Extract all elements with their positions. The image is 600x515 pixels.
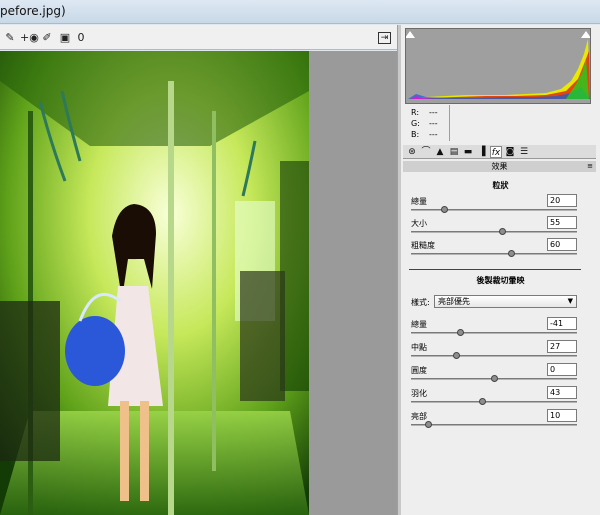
tab-presets-icon[interactable]: ☰ bbox=[518, 146, 530, 158]
vignette-value-field-1[interactable]: 27 bbox=[547, 340, 577, 353]
grain-slider-thumb-1[interactable] bbox=[499, 228, 507, 235]
vignette-value-field-3[interactable]: 43 bbox=[547, 386, 577, 399]
title-bar: pefore.jpg) bbox=[0, 0, 600, 24]
r-label: R: bbox=[411, 108, 420, 117]
g-value: --- bbox=[429, 119, 438, 128]
vignette-label-0: 總量 bbox=[411, 320, 427, 329]
vignette-slider-track-3[interactable] bbox=[411, 401, 577, 403]
rgb-readout: R: --- G: --- B: --- bbox=[411, 107, 438, 140]
vignette-value-field-0[interactable]: -41 bbox=[547, 317, 577, 330]
open-object-icon[interactable]: ⇥ bbox=[378, 32, 391, 44]
grain-label-0: 總量 bbox=[411, 197, 427, 206]
image-canvas bbox=[0, 51, 397, 515]
brush-tool-icon[interactable]: ✐ bbox=[40, 31, 54, 45]
white-balance-tool-icon[interactable]: ✎ bbox=[3, 31, 17, 45]
vignette-slider-thumb-4[interactable] bbox=[424, 421, 432, 428]
effects-header: 效果 ≡ bbox=[403, 161, 596, 172]
vignette-value-field-2[interactable]: 0 bbox=[547, 363, 577, 376]
vignette-style-label: 樣式: bbox=[411, 298, 430, 307]
vignette-slider-track-0[interactable] bbox=[411, 332, 577, 334]
effects-title: 效果 bbox=[491, 162, 508, 171]
graduated-filter-icon[interactable]: ▣ bbox=[58, 31, 72, 45]
vignette-slider-thumb-0[interactable] bbox=[456, 329, 464, 336]
tab-basic-icon[interactable]: ⊛ bbox=[406, 146, 418, 158]
grain-slider-track-2[interactable] bbox=[411, 253, 577, 255]
grain-slider-thumb-2[interactable] bbox=[507, 250, 515, 257]
b-label: B: bbox=[411, 130, 420, 139]
tab-tone-curve-icon[interactable]: ⌒ bbox=[420, 146, 432, 158]
chevron-down-icon: ▼ bbox=[567, 297, 573, 305]
window-title: pefore.jpg) bbox=[0, 4, 66, 18]
vignette-slider-thumb-3[interactable] bbox=[479, 398, 487, 405]
b-value: --- bbox=[429, 130, 438, 139]
tab-hsl-icon[interactable]: ▤ bbox=[448, 146, 460, 158]
tab-lens-icon[interactable]: ▐ bbox=[476, 146, 488, 158]
grain-value-field-0[interactable]: 20 bbox=[547, 194, 577, 207]
photo-image bbox=[0, 51, 309, 515]
panel-tabs: ⊛ ⌒ ▲ ▤ ▬ ▐ fx ◙ ☰ bbox=[403, 145, 596, 159]
tab-fx-icon[interactable]: fx bbox=[490, 146, 502, 158]
tab-split-toning-icon[interactable]: ▬ bbox=[462, 146, 474, 158]
vignette-value-field-4[interactable]: 10 bbox=[547, 409, 577, 422]
grain-value-field-1[interactable]: 55 bbox=[547, 216, 577, 229]
vignette-label-3: 羽化 bbox=[411, 389, 427, 398]
vignette-label-4: 亮部 bbox=[411, 412, 427, 421]
grain-title: 粒狀 bbox=[492, 181, 509, 190]
grain-label-2: 粗糙度 bbox=[411, 241, 435, 250]
grain-label-1: 大小 bbox=[411, 219, 427, 228]
photo-preview bbox=[0, 51, 309, 515]
red-eye-tool-icon[interactable]: +◉ bbox=[20, 31, 39, 45]
grain-value-field-2[interactable]: 60 bbox=[547, 238, 577, 251]
vignette-slider-thumb-1[interactable] bbox=[452, 352, 460, 359]
r-value: --- bbox=[429, 108, 438, 117]
vignette-slider-thumb-2[interactable] bbox=[491, 375, 498, 382]
section-separator bbox=[409, 269, 581, 270]
tab-camera-calibration-icon[interactable]: ◙ bbox=[504, 146, 516, 158]
grain-slider-track-0[interactable] bbox=[411, 209, 577, 211]
rotate-tool-icon[interactable]: 0 bbox=[74, 31, 88, 45]
adjustments-panel: R: --- G: --- B: --- ⊛ ⌒ ▲ ▤ ▬ ▐ fx ◙ ☰ 效果 … bbox=[401, 25, 600, 515]
rgb-separator bbox=[449, 105, 450, 141]
vignette-slider-track-1[interactable] bbox=[411, 355, 577, 357]
panel-menu-icon[interactable]: ≡ bbox=[587, 161, 593, 172]
histogram bbox=[405, 28, 591, 104]
vignette-title: 後製裁切暈映 bbox=[476, 276, 525, 285]
grain-slider-thumb-0[interactable] bbox=[441, 206, 449, 213]
vignette-slider-track-4[interactable] bbox=[411, 424, 577, 426]
vignette-style-value: 亮部優先 bbox=[438, 297, 470, 306]
tab-detail-icon[interactable]: ▲ bbox=[434, 146, 446, 158]
vignette-label-1: 中點 bbox=[411, 343, 427, 352]
g-label: G: bbox=[411, 119, 420, 128]
vignette-label-2: 圓度 bbox=[411, 366, 427, 375]
vignette-style-select[interactable]: 亮部優先 ▼ bbox=[434, 295, 577, 308]
toolbar: ✎ +◉ ✐ ▣ 0 ⇥ bbox=[0, 25, 397, 50]
grain-slider-track-1[interactable] bbox=[411, 231, 577, 233]
